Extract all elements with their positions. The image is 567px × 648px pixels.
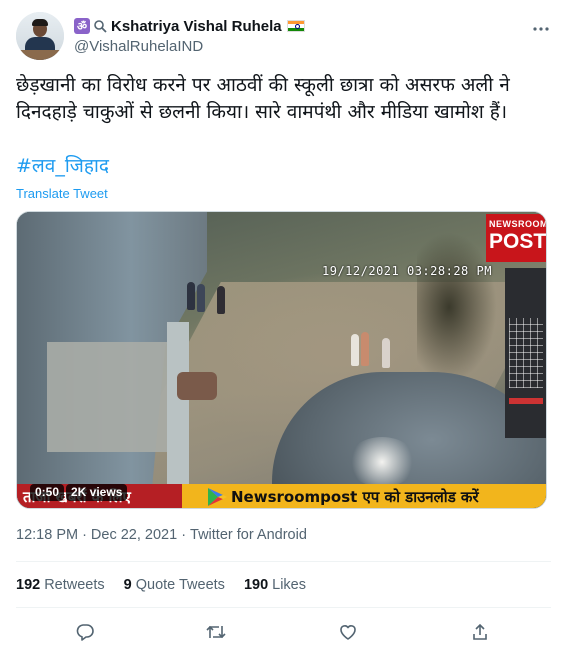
more-options-icon[interactable]	[530, 18, 552, 40]
video-calendar-grid	[509, 318, 543, 388]
cctv-timestamp: 19/12/2021 03:28:28 PM	[322, 264, 492, 278]
video-glare	[347, 437, 417, 487]
retweets-stat[interactable]: 192 Retweets	[16, 577, 105, 593]
divider	[16, 561, 551, 562]
video-wall	[47, 342, 167, 452]
reply-icon[interactable]	[73, 620, 97, 644]
newsroom-post-logo-top: NEWSROOM	[489, 219, 547, 229]
quote-tweets-stat[interactable]: 9 Quote Tweets	[124, 577, 225, 593]
tweet-source[interactable]: Twitter for Android	[190, 527, 307, 543]
video-blurred-figure	[177, 372, 217, 400]
tweet-actions	[0, 616, 567, 648]
quote-tweets-count: 9	[123, 577, 132, 593]
translate-tweet-link[interactable]: Translate Tweet	[16, 186, 108, 201]
video-person	[197, 284, 205, 312]
like-icon[interactable]	[336, 620, 360, 644]
tweet-card: ॐ Kshatriya Vishal Ruhela @VishalRuhelaI…	[0, 0, 567, 648]
video-duration-badge: 0:50	[30, 484, 65, 501]
avatar-desk	[16, 50, 64, 60]
ticker-right-text: Newsroompost एप को डाउनलोड करें	[231, 488, 479, 506]
video-pillar	[167, 322, 189, 492]
tweet-meta: 12:18 PM · Dec 22, 2021 · Twitter for An…	[16, 527, 307, 543]
author-handle[interactable]: @VishalRuhelaIND	[74, 38, 203, 55]
video-tree	[417, 232, 497, 382]
likes-stat[interactable]: 190 Likes	[244, 577, 306, 593]
quote-tweets-label: Quote Tweets	[135, 577, 225, 593]
avatar-figure-hair	[32, 19, 48, 26]
video-side-panel	[505, 268, 546, 438]
video-panel-marker	[509, 398, 543, 404]
video-person	[187, 282, 195, 310]
play-store-icon	[208, 488, 227, 506]
video-person	[351, 334, 359, 366]
video-person	[382, 338, 390, 368]
video-views-badge: 2K views	[66, 484, 128, 501]
tweet-date[interactable]: Dec 22, 2021	[91, 527, 177, 543]
om-emoji-icon: ॐ	[74, 18, 90, 34]
tweet-text: छेड़खानी का विरोध करने पर आठवीं की स्कूल…	[16, 74, 510, 123]
video-player[interactable]: 19/12/2021 03:28:28 PM NEWSROOM POST ताज…	[16, 211, 547, 509]
search-emoji-icon	[92, 18, 108, 34]
meta-separator: ·	[82, 527, 87, 543]
retweets-count: 192	[16, 577, 41, 593]
video-person	[217, 286, 225, 314]
retweets-label: Retweets	[44, 577, 105, 593]
hashtag-link[interactable]: #लव_जिहाद	[16, 153, 109, 180]
video-person	[361, 332, 369, 366]
tweet-time[interactable]: 12:18 PM	[16, 527, 78, 543]
share-icon[interactable]	[468, 620, 492, 644]
author-display-name[interactable]: Kshatriya Vishal Ruhela	[111, 18, 282, 35]
likes-label: Likes	[272, 577, 306, 593]
meta-separator: ·	[181, 527, 187, 543]
tweet-stats: 192 Retweets 9 Quote Tweets 190 Likes	[16, 577, 325, 593]
retweet-icon[interactable]	[204, 620, 228, 644]
author-name-row[interactable]: ॐ Kshatriya Vishal Ruhela	[74, 16, 305, 36]
likes-count: 190	[243, 577, 269, 593]
avatar[interactable]	[16, 12, 64, 60]
divider	[16, 607, 551, 608]
newsroom-post-logo-main: POST	[489, 230, 547, 253]
india-flag-icon	[286, 20, 305, 32]
